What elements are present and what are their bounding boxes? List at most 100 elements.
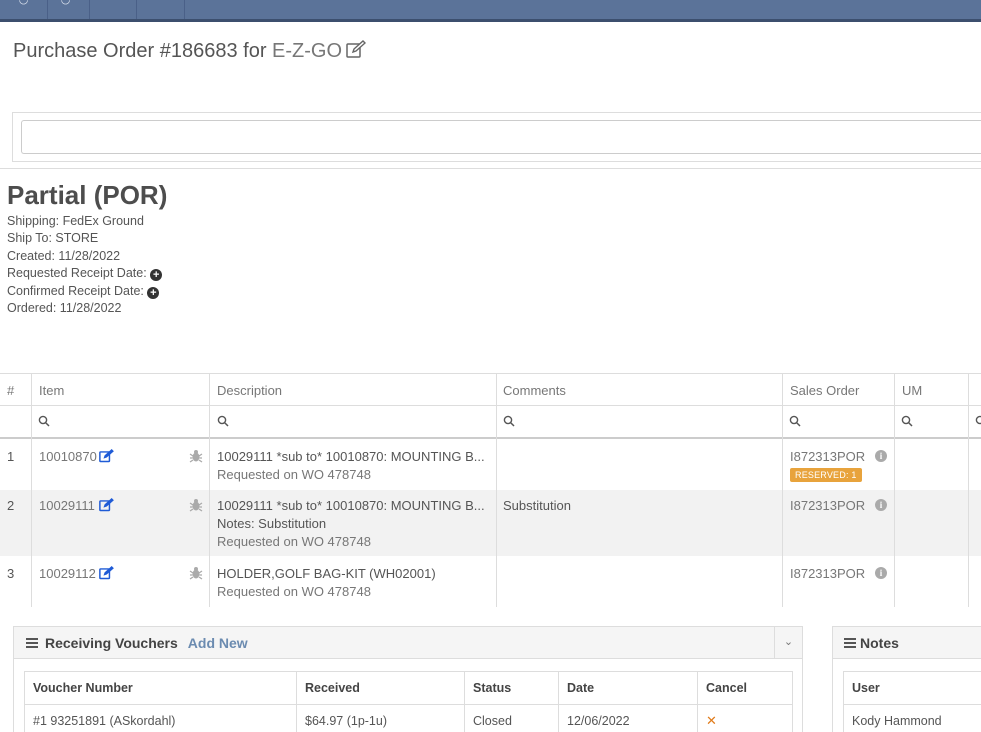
confirmed-receipt-row: Confirmed Receipt Date: + [7, 283, 162, 300]
grid-vline [31, 490, 32, 556]
item-number-link[interactable]: 10029112 [39, 566, 96, 581]
grid-vline [782, 490, 783, 556]
col-header-cancel[interactable]: Cancel [697, 671, 793, 705]
bug-icon[interactable] [189, 498, 203, 512]
reserved-badge: RESERVED: 1 [790, 468, 862, 482]
notes-panel: Notes User Kody Hammond [832, 626, 981, 732]
created-date: Created: 11/28/2022 [7, 248, 121, 263]
edit-vendor-icon[interactable] [346, 40, 367, 65]
row-num: 1 [7, 449, 15, 464]
grid-line [0, 405, 981, 406]
vendor-link[interactable]: E-Z-GO [272, 40, 342, 62]
info-icon[interactable]: i [875, 450, 887, 462]
cancel-voucher-icon[interactable]: ✕ [706, 713, 717, 728]
search-input[interactable] [21, 120, 981, 154]
col-header-user[interactable]: User [843, 671, 981, 705]
row-num: 2 [7, 498, 15, 513]
top-nav-bar: ◡ ◡ ╵╵ ╵╵ [0, 0, 981, 22]
col-header-description[interactable]: Description [217, 383, 282, 398]
edit-item-icon[interactable] [99, 449, 114, 463]
item-number-link[interactable]: 10010870 [39, 449, 97, 464]
add-new-voucher-link[interactable]: Add New [188, 635, 248, 651]
item-notes: Notes: Substitution [217, 516, 327, 531]
item-comments: Substitution [503, 498, 571, 513]
item-number-link[interactable]: 10029111 [39, 498, 95, 513]
sales-order-link[interactable]: I872313POR [790, 498, 865, 513]
line-items-grid: # Item Description Comments Sales Order … [0, 373, 981, 607]
col-header-num[interactable]: # [7, 383, 14, 398]
filter-sales-order-search-icon[interactable] [789, 415, 801, 427]
voucher-status: Closed [464, 704, 559, 732]
grid-line [0, 373, 981, 374]
bug-icon[interactable] [189, 566, 203, 580]
table-header-row: Voucher Number Received Status Date Canc… [24, 671, 793, 705]
col-header-date[interactable]: Date [558, 671, 698, 705]
voucher-date: 12/06/2022 [558, 704, 698, 732]
table-row[interactable] [0, 556, 981, 607]
notes-table: User Kody Hammond [843, 671, 981, 732]
table-row[interactable] [0, 439, 981, 490]
item-description: 10029111 *sub to* 10010870: MOUNTING B..… [217, 498, 485, 513]
col-header-status[interactable]: Status [464, 671, 559, 705]
row-num: 3 [7, 566, 15, 581]
page-title: Purchase Order #186683 for E-Z-GO [13, 40, 367, 65]
info-icon[interactable]: i [875, 567, 887, 579]
sales-order-link[interactable]: I872313POR [790, 566, 865, 581]
edit-item-icon[interactable] [99, 498, 114, 512]
requested-on-wo: Requested on WO 478748 [217, 584, 371, 599]
order-status-title: Partial (POR) [7, 180, 168, 210]
grid-vline [968, 490, 969, 556]
add-requested-date-icon[interactable]: + [150, 269, 163, 282]
grid-vline [209, 490, 210, 556]
vouchers-table: Voucher Number Received Status Date Canc… [24, 671, 793, 732]
table-row[interactable]: Kody Hammond [843, 704, 981, 732]
col-header-voucher-number[interactable]: Voucher Number [24, 671, 297, 705]
nav-settings-button[interactable]: ╵╵ [137, 0, 185, 19]
col-header-um[interactable]: UM [902, 383, 922, 398]
order-meta: Shipping: FedEx Ground Ship To: STORE Cr… [7, 213, 163, 317]
nav-user-icon: ◡ [60, 0, 71, 6]
requested-receipt-row: Requested Receipt Date: + [7, 265, 163, 282]
sales-order-link[interactable]: I872313POR [790, 449, 865, 464]
collapse-panel-button[interactable]: ⌄ [774, 627, 802, 659]
vouchers-title: Receiving Vouchers [45, 635, 178, 651]
panel-title: Receiving Vouchers Add New [45, 635, 248, 651]
chevron-down-icon: ⌄ [783, 636, 794, 648]
item-description: 10029111 *sub to* 10010870: MOUNTING B..… [217, 449, 485, 464]
add-confirmed-date-icon[interactable]: + [147, 286, 160, 299]
grid-vline [496, 490, 497, 556]
col-header-comments[interactable]: Comments [503, 383, 566, 398]
edit-item-icon[interactable] [99, 566, 114, 580]
col-header-item[interactable]: Item [39, 383, 64, 398]
bug-icon[interactable] [189, 449, 203, 463]
filter-um-search-icon[interactable] [901, 415, 913, 427]
panel-header: Receiving Vouchers Add New ⌄ [14, 627, 802, 659]
divider [0, 168, 981, 169]
table-row[interactable]: #1 93251891 (ASkordahl) $64.97 (1p-1u) C… [24, 704, 793, 732]
voucher-number[interactable]: #1 93251891 (ASkordahl) [24, 704, 297, 732]
item-description: HOLDER,GOLF BAG-KIT (WH02001) [217, 566, 436, 581]
info-icon[interactable]: i [875, 499, 887, 511]
filter-description-search-icon[interactable] [217, 415, 229, 427]
voucher-cancel-cell: ✕ [697, 704, 793, 732]
requested-on-wo: Requested on WO 478748 [217, 467, 371, 482]
ordered-date: Ordered: 11/28/2022 [7, 301, 122, 316]
filter-comments-search-icon[interactable] [503, 415, 515, 427]
col-header-sales-order[interactable]: Sales Order [790, 383, 859, 398]
search-container [12, 112, 981, 162]
panel-header: Notes [833, 627, 981, 659]
menu-icon [26, 638, 38, 648]
receiving-vouchers-panel: Receiving Vouchers Add New ⌄ Voucher Numb… [13, 626, 803, 732]
po-title-prefix: Purchase Order #186683 for [13, 40, 273, 62]
ship-to: Ship To: STORE [7, 231, 99, 246]
nav-home-button[interactable]: ◡ [0, 0, 48, 19]
filter-item-search-icon[interactable] [38, 415, 50, 427]
nav-tools-icon: ╵╵ [105, 0, 120, 6]
nav-home-icon: ◡ [18, 0, 29, 6]
nav-user-button[interactable]: ◡ [42, 0, 90, 19]
filter-extra-search-icon[interactable] [975, 415, 981, 427]
col-header-received[interactable]: Received [296, 671, 465, 705]
voucher-received: $64.97 (1p-1u) [296, 704, 465, 732]
notes-title: Notes [860, 635, 899, 651]
nav-tools-button[interactable]: ╵╵ [89, 0, 137, 19]
